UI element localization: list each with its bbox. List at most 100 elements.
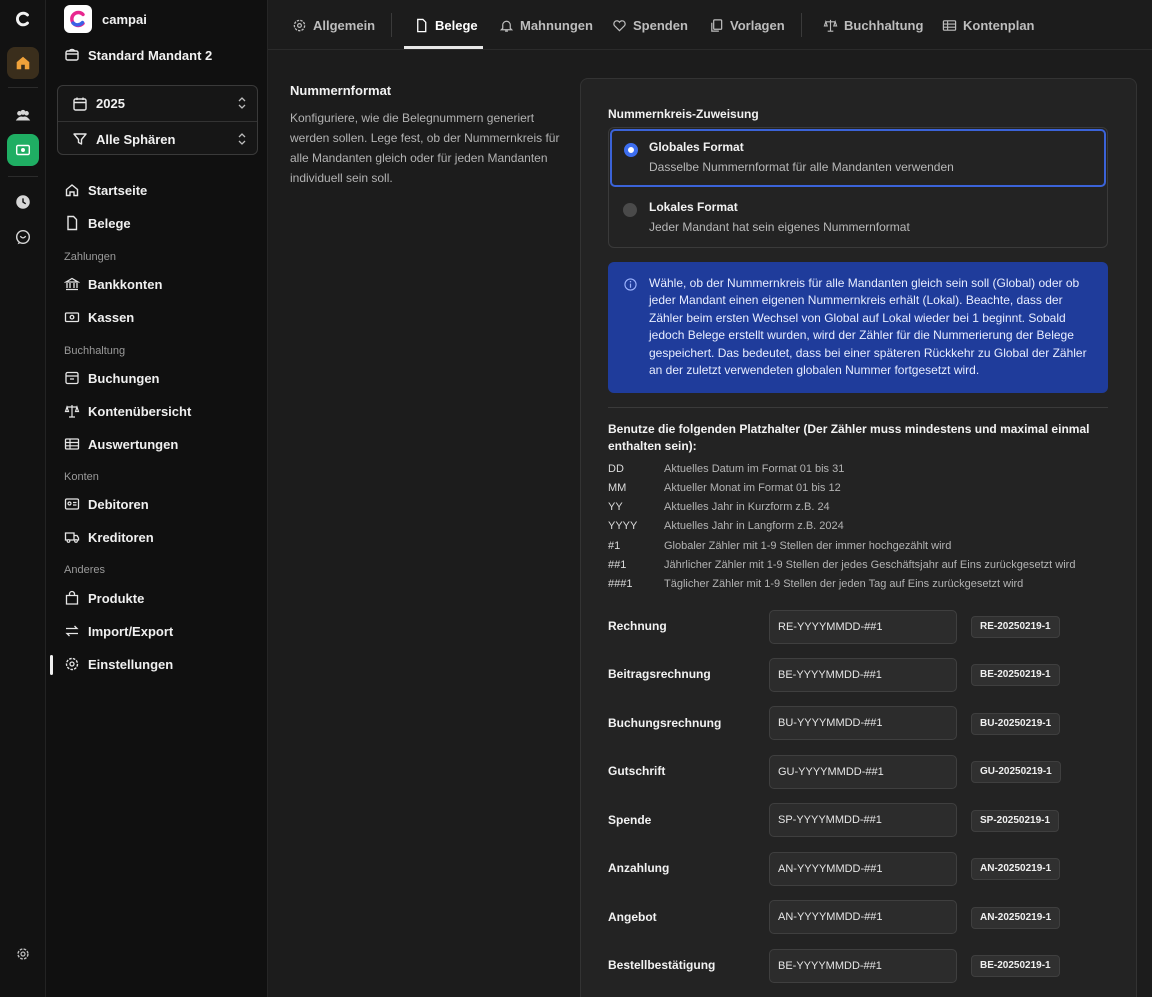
mandant-selector[interactable]: Standard Mandant 2: [64, 47, 212, 63]
sidebar-item-import-export[interactable]: Import/Export: [64, 623, 173, 639]
year-value: 2025: [96, 96, 125, 111]
sidebar-item-kassen[interactable]: Kassen: [64, 309, 134, 325]
sidebar-item-label: Belege: [88, 215, 131, 231]
bag-icon: [65, 590, 79, 605]
cash-icon: [64, 312, 80, 323]
sidebar-heading-zahlungen: Zahlungen: [64, 251, 116, 263]
tab-belege[interactable]: Belege: [414, 0, 478, 50]
tab-vorlagen[interactable]: Vorlagen: [709, 0, 785, 50]
table-icon: [64, 438, 80, 450]
mandant-name: Standard Mandant 2: [88, 47, 213, 63]
sidebar-item-label: Startseite: [88, 182, 148, 198]
radio-local-format[interactable]: Lokales Format Jeder Mandant hat sein ei…: [610, 190, 1106, 248]
placeholder-row: MM Aktueller Monat im Format 01 bis 12: [608, 482, 841, 494]
finance-app-icon[interactable]: [7, 134, 39, 166]
format-input-bestellbestaetigung[interactable]: [769, 949, 957, 983]
format-preview-badge: BE-20250219-1: [971, 955, 1060, 977]
format-input-spende[interactable]: [769, 803, 957, 837]
sidebar-item-bankkonten[interactable]: Bankkonten: [64, 276, 162, 292]
sidebar-item-startseite[interactable]: Startseite: [64, 182, 147, 198]
people-icon[interactable]: [7, 100, 39, 132]
placeholder-key: YYYY: [608, 520, 638, 532]
sidebar-item-label: Kreditoren: [88, 529, 154, 545]
placeholder-desc: Aktuelles Datum im Format 01 bis 31: [664, 463, 845, 475]
clock-icon[interactable]: [7, 186, 39, 218]
campai-logo-icon[interactable]: [7, 3, 39, 35]
tab-mahnungen[interactable]: Mahnungen: [499, 0, 593, 50]
placeholder-row: DD Aktuelles Datum im Format 01 bis 31: [608, 463, 844, 475]
format-input-buchungsrechnung[interactable]: [769, 706, 957, 740]
calendar-icon: [73, 97, 87, 111]
placeholder-desc: Aktuelles Jahr in Langform z.B. 2024: [664, 520, 844, 532]
updown-chevron-icon: [238, 97, 246, 109]
sidebar-item-auswertungen[interactable]: Auswertungen: [64, 436, 178, 452]
brand-name: campai: [102, 11, 147, 27]
placeholder-key: ##1: [608, 559, 627, 571]
settings-rail-icon[interactable]: [7, 938, 39, 970]
placeholder-row: #1 Globaler Zähler mit 1-9 Stellen der im…: [608, 540, 951, 552]
tab-kontenplan[interactable]: Kontenplan: [942, 0, 1035, 50]
active-indicator: [50, 655, 53, 675]
placeholder-row: ###1 Täglicher Zähler mit 1-9 Stellen der…: [608, 578, 1023, 590]
format-input-beitragsrechnung[interactable]: [769, 658, 957, 692]
table-icon: [942, 19, 957, 31]
placeholder-key: ###1: [608, 578, 633, 590]
sidebar-item-kontenuebersicht[interactable]: Kontenübersicht: [64, 403, 191, 419]
tab-label: Belege: [435, 17, 478, 33]
scale-icon: [823, 19, 838, 32]
placeholder-heading: Benutze die folgenden Platzhalter (Der Z…: [608, 422, 1090, 453]
format-input-gutschrift[interactable]: [769, 755, 957, 789]
tab-buchhaltung[interactable]: Buchhaltung: [823, 0, 923, 50]
sidebar-item-label: Buchungen: [88, 370, 160, 386]
format-preview-badge: AN-20250219-1: [971, 907, 1061, 929]
chat-icon[interactable]: [7, 221, 39, 253]
info-text: Wähle, ob der Nummernkreis für alle Mand…: [649, 276, 1087, 378]
sidebar-item-einstellungen[interactable]: Einstellungen: [64, 656, 173, 672]
bell-icon: [499, 20, 514, 32]
tab-spenden[interactable]: Spenden: [612, 0, 688, 50]
sidebar-item-kreditoren[interactable]: Kreditoren: [64, 529, 154, 545]
format-input-rechnung[interactable]: [769, 610, 957, 644]
sidebar-item-label: Produkte: [88, 590, 145, 606]
heart-icon: [613, 19, 626, 32]
tab-label: Vorlagen: [730, 17, 785, 33]
sidebar-item-produkte[interactable]: Produkte: [64, 590, 144, 606]
format-label-gutschrift: Gutschrift: [608, 764, 666, 778]
placeholder-key: #1: [608, 540, 621, 552]
format-label-angebot: Angebot: [608, 910, 657, 924]
sidebar-item-buchungen[interactable]: Buchungen: [64, 370, 160, 386]
format-input-angebot[interactable]: [769, 900, 957, 934]
brand-logo-icon: [64, 5, 92, 33]
brand[interactable]: campai: [64, 5, 147, 33]
tab-allgemein[interactable]: Allgemein: [292, 0, 375, 50]
tab-label: Allgemein: [313, 17, 376, 33]
inbox-icon: [65, 371, 79, 385]
format-preview-badge: GU-20250219-1: [971, 761, 1061, 783]
placeholder-desc: Globaler Zähler mit 1-9 Stellen der imme…: [664, 540, 952, 552]
sidebar-item-label: Import/Export: [88, 623, 174, 639]
placeholder-key: MM: [608, 482, 627, 494]
radio-unselected-icon: [623, 203, 637, 217]
format-input-anzahlung[interactable]: [769, 852, 957, 886]
sidebar-heading-buchhaltung: Buchhaltung: [64, 345, 126, 357]
sidebar-item-belege[interactable]: Belege: [64, 215, 131, 231]
radio-selected-icon: [624, 143, 638, 157]
placeholder-key: DD: [608, 463, 624, 475]
home-icon[interactable]: [7, 47, 39, 79]
radio-subtitle: Jeder Mandant hat sein eigenes Nummernfo…: [649, 220, 910, 234]
radio-global-format[interactable]: Globales Format Dasselbe Nummernformat f…: [610, 129, 1106, 187]
sidebar-item-label: Bankkonten: [88, 276, 163, 292]
year-sphere-picker: 2025 Alle Sphären: [57, 85, 258, 155]
placeholder-key: YY: [608, 501, 623, 513]
assignment-label: Nummernkreis-Zuweisung: [608, 107, 759, 121]
format-label-spende: Spende: [608, 813, 652, 827]
copy-icon: [711, 18, 723, 32]
sidebar-item-debitoren[interactable]: Debitoren: [64, 496, 149, 512]
format-preview-badge: RE-20250219-1: [971, 616, 1060, 638]
sphere-select[interactable]: Alle Sphären: [58, 121, 257, 156]
year-select[interactable]: 2025: [58, 86, 257, 121]
tab-label: Mahnungen: [520, 17, 593, 33]
tab-label: Kontenplan: [963, 17, 1035, 33]
placeholder-desc: Aktuelles Jahr in Kurzform z.B. 24: [664, 501, 830, 513]
active-tab-underline: [404, 46, 483, 49]
